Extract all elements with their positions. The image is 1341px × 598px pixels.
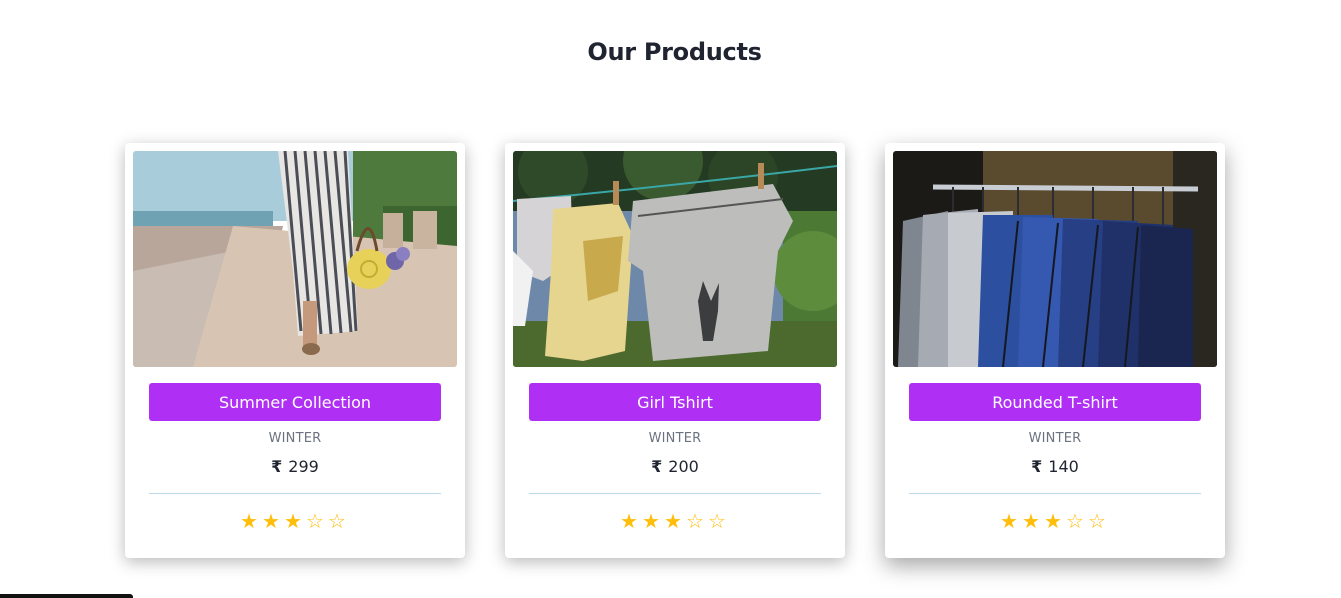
star-filled-icon[interactable]: ★ [664,509,686,533]
star-empty-icon[interactable]: ☆ [1066,509,1088,533]
product-name-button[interactable]: Summer Collection [149,383,441,421]
star-rating: ★★★☆☆ [125,509,465,533]
price-value: 140 [1048,457,1079,476]
star-filled-icon[interactable]: ★ [262,509,284,533]
product-image[interactable] [133,151,457,367]
product-season: WINTER [268,431,322,446]
star-filled-icon[interactable]: ★ [1000,509,1022,533]
product-image[interactable] [893,151,1217,367]
star-empty-icon[interactable]: ☆ [1088,509,1110,533]
product-name-button[interactable]: Rounded T-shirt [909,383,1201,421]
bottom-edge-bar [0,594,133,598]
star-filled-icon[interactable]: ★ [642,509,664,533]
rupee-icon: ₹ [651,457,663,476]
product-card[interactable]: Summer Collection WINTER ₹299 ★★★☆☆ [125,143,465,558]
product-price: ₹299 [125,457,465,476]
page-title: Our Products [587,38,762,66]
divider [909,493,1201,494]
price-value: 299 [288,457,319,476]
product-price: ₹140 [885,457,1225,476]
price-value: 200 [668,457,699,476]
star-rating: ★★★☆☆ [885,509,1225,533]
star-filled-icon[interactable]: ★ [1044,509,1066,533]
rupee-icon: ₹ [1031,457,1043,476]
star-filled-icon[interactable]: ★ [240,509,262,533]
star-empty-icon[interactable]: ☆ [686,509,708,533]
product-season: WINTER [1028,431,1082,446]
star-empty-icon[interactable]: ☆ [708,509,730,533]
star-empty-icon[interactable]: ☆ [306,509,328,533]
rupee-icon: ₹ [271,457,283,476]
star-filled-icon[interactable]: ★ [284,509,306,533]
product-season: WINTER [648,431,702,446]
star-filled-icon[interactable]: ★ [1022,509,1044,533]
star-filled-icon[interactable]: ★ [620,509,642,533]
star-empty-icon[interactable]: ☆ [328,509,350,533]
product-price: ₹200 [505,457,845,476]
product-name-button[interactable]: Girl Tshirt [529,383,821,421]
divider [149,493,441,494]
product-card[interactable]: Rounded T-shirt WINTER ₹140 ★★★☆☆ [885,143,1225,558]
star-rating: ★★★☆☆ [505,509,845,533]
product-card[interactable]: Girl Tshirt WINTER ₹200 ★★★☆☆ [505,143,845,558]
divider [529,493,821,494]
product-image[interactable] [513,151,837,367]
